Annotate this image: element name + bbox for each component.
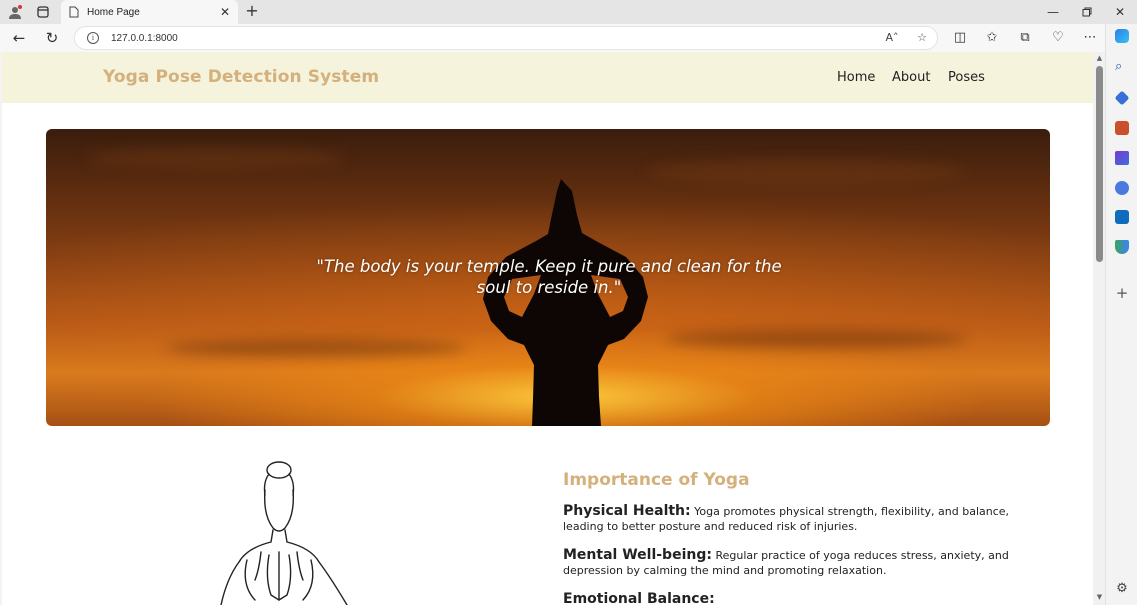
close-tab-icon[interactable]: ✕ bbox=[216, 5, 234, 19]
shopping-icon[interactable] bbox=[1114, 90, 1130, 106]
importance-section: Importance of Yoga Physical Health: Yoga… bbox=[563, 470, 1043, 605]
drop-icon[interactable] bbox=[1115, 240, 1129, 254]
profile-icon[interactable] bbox=[6, 3, 24, 21]
url-text[interactable]: 127.0.0.1:8000 bbox=[111, 33, 178, 44]
site-navbar: Yoga Pose Detection System Home About Po… bbox=[2, 52, 1093, 103]
sidebar-settings-icon[interactable]: ⚙ bbox=[1115, 582, 1129, 596]
importance-item: Mental Well-being: Regular practice of y… bbox=[563, 548, 1043, 578]
games-icon[interactable] bbox=[1115, 151, 1129, 165]
read-aloud-icon[interactable]: A˄ bbox=[883, 31, 901, 47]
tab-actions-icon[interactable] bbox=[34, 3, 52, 21]
hero-quote: "The body is your temple. Keep it pure a… bbox=[316, 257, 782, 297]
page-viewport: Yoga Pose Detection System Home About Po… bbox=[2, 52, 1093, 605]
importance-item: Physical Health: Yoga promotes physical … bbox=[563, 504, 1043, 534]
page-icon bbox=[69, 6, 79, 18]
copilot-icon[interactable] bbox=[1115, 29, 1129, 43]
yoga-sketch-image bbox=[220, 461, 348, 605]
nav-home-link[interactable]: Home bbox=[837, 70, 875, 85]
tab-strip: Home Page ✕ + — ✕ bbox=[0, 0, 1137, 24]
importance-title: Importance of Yoga bbox=[563, 470, 750, 490]
scroll-up-icon[interactable]: ▲ bbox=[1094, 54, 1105, 62]
page-scrollbar[interactable]: ▲ ▼ bbox=[1094, 52, 1105, 605]
refresh-icon[interactable]: ↻ bbox=[41, 28, 63, 48]
scroll-down-icon[interactable]: ▼ bbox=[1094, 593, 1105, 601]
info-icon[interactable]: i bbox=[87, 32, 99, 44]
nav-about-link[interactable]: About bbox=[892, 70, 930, 85]
collections-icon[interactable]: ⧉ bbox=[1014, 28, 1036, 48]
tab-title: Home Page bbox=[87, 6, 140, 18]
importance-item: Emotional Balance: bbox=[563, 592, 1043, 605]
favorites-icon[interactable]: ✩ bbox=[981, 28, 1003, 48]
split-screen-icon[interactable]: ◫ bbox=[949, 28, 971, 48]
importance-item-heading: Mental Well-being: bbox=[563, 547, 712, 563]
search-icon[interactable]: ⌕ bbox=[1115, 60, 1129, 74]
hero-banner: "The body is your temple. Keep it pure a… bbox=[46, 129, 1050, 426]
nav-poses-link[interactable]: Poses bbox=[948, 70, 985, 85]
minimize-button[interactable]: — bbox=[1036, 0, 1070, 24]
close-window-button[interactable]: ✕ bbox=[1103, 0, 1137, 24]
outlook-icon[interactable] bbox=[1115, 210, 1129, 224]
edge-sidebar: ⌕ + ⚙ bbox=[1105, 24, 1137, 605]
favorite-star-icon[interactable]: ☆ bbox=[913, 31, 931, 47]
microsoft365-icon[interactable] bbox=[1115, 181, 1129, 195]
back-icon[interactable]: ← bbox=[8, 28, 30, 48]
tools-icon[interactable] bbox=[1115, 121, 1129, 135]
tab-home-page[interactable]: Home Page ✕ bbox=[61, 0, 238, 24]
browser-essentials-icon[interactable]: ♡ bbox=[1047, 28, 1069, 48]
more-options-icon[interactable]: ⋯ bbox=[1079, 28, 1101, 48]
scrollbar-thumb[interactable] bbox=[1096, 66, 1103, 262]
new-tab-button[interactable]: + bbox=[243, 2, 261, 20]
add-sidebar-icon[interactable]: + bbox=[1115, 286, 1129, 301]
restore-button[interactable] bbox=[1070, 0, 1104, 24]
importance-item-heading: Physical Health: bbox=[563, 503, 691, 519]
importance-item-heading: Emotional Balance: bbox=[563, 591, 715, 605]
site-brand[interactable]: Yoga Pose Detection System bbox=[103, 67, 379, 87]
address-bar[interactable]: i 127.0.0.1:8000 A˄ ☆ bbox=[74, 26, 938, 50]
